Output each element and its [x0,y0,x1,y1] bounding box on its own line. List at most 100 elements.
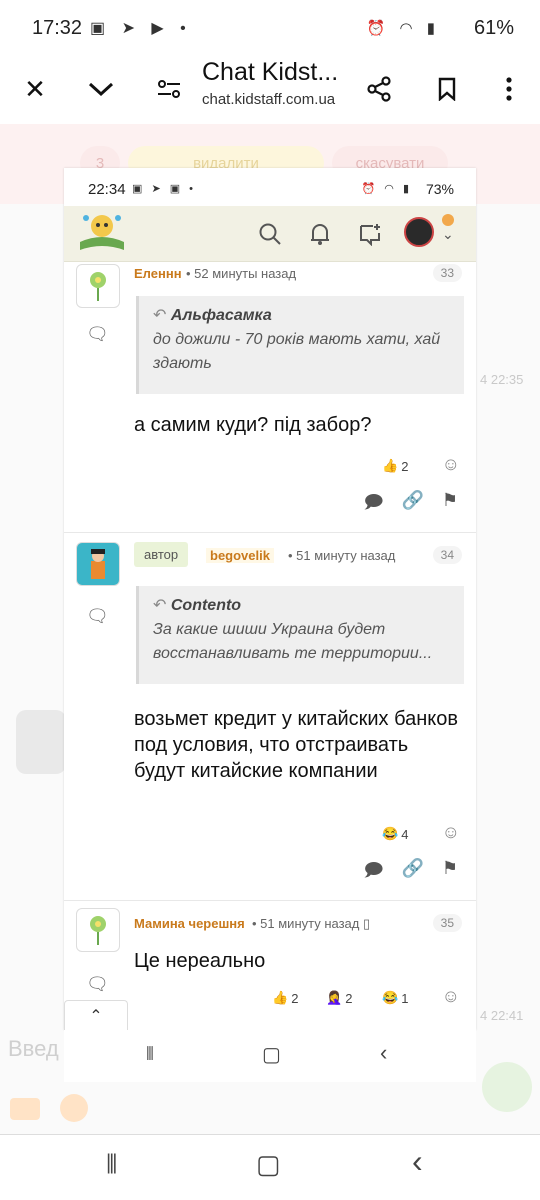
scroll-up-button[interactable]: ⌃ [64,1000,128,1030]
comment-time: • 51 минуту назад ▯ [252,916,371,931]
quote-arrow-icon: ↶ [153,307,171,324]
comment-author[interactable]: Мамина черешня [134,916,245,931]
bell-icon[interactable] [304,218,336,250]
comment-number[interactable]: 33 [432,264,462,282]
comment-text: а самим куди? під забор? [134,414,372,436]
quote-author[interactable]: Contento [171,597,241,614]
system-nav-bar: ⦀ ▢ ‹ [0,1134,540,1200]
comment-number[interactable]: 35 [432,914,462,932]
recent-apps-icon[interactable]: ⦀ [146,1044,154,1065]
system-icons: ⏰ ◠ ▮ [366,20,440,37]
more-menu-icon[interactable] [486,66,532,112]
comment-text: Це нереально [134,950,266,972]
notification-icons: ▣ ➤ ▶ • [90,20,192,37]
link-icon[interactable]: 🔗 [401,490,423,520]
comment-author[interactable]: begovelik [206,548,274,563]
background-time-1: 4 22:35 [480,372,524,387]
background-image [16,710,66,774]
avatar[interactable] [76,908,120,952]
chevron-down-icon[interactable]: ⌄ [442,226,454,243]
mobile-icon: ▯ [363,916,371,931]
search-icon[interactable] [254,218,286,250]
quote-text: За какие шиши Украина будет восстанавлив… [153,621,433,662]
flag-icon[interactable]: ⚑ [442,858,458,888]
inner-system-icons: ⏰ ◠ ▮ [361,183,412,195]
recent-apps-icon[interactable]: ⦀ [106,1149,117,1181]
reaction-count: 2 [291,990,299,1006]
status-time: 17:32 [32,17,83,39]
user-avatar[interactable] [404,217,434,247]
avatar[interactable] [76,264,120,308]
home-icon[interactable]: ▢ [262,1042,281,1067]
battery-level: 61% [473,17,514,39]
reaction-count: 1 [401,990,409,1006]
new-message-icon[interactable] [354,218,386,250]
page-url: chat.kidstaff.com.ua [202,91,336,108]
flag-icon[interactable]: ⚑ [442,490,458,520]
link-icon[interactable]: 🔗 [401,858,423,888]
reaction-emoji: 🤦‍♀️ [326,990,343,1005]
reaction-count: 4 [401,826,409,842]
reaction-count: 2 [401,458,409,474]
comment-number[interactable]: 34 [432,546,462,564]
author-badge: автор [134,542,189,567]
reaction-count: 2 [345,990,353,1006]
quote-arrow-icon: ↶ [153,597,171,614]
inner-nav-bar: ⦀ ▢ ‹ [64,1030,476,1082]
comment-35: 🗨 Мамина черешня • 51 минуту назад ▯ 35 … [64,904,476,1007]
emoji-icon [60,1094,88,1122]
comment-time-text: 51 минуту назад [296,548,396,563]
status-bar: 17:32 ▣ ➤ ▶ • ⏰ ◠ ▮ 61% [0,0,540,58]
browser-toolbar: ✕ Chat Kidst... chat.kidstaff.com.ua [0,58,540,124]
back-icon[interactable]: ‹ [380,1040,387,1066]
share-icon[interactable] [356,66,402,112]
comment-time: • 51 минуту назад [288,548,396,563]
bookmark-icon[interactable] [424,66,470,112]
quote-author[interactable]: Альфасамка [171,307,272,324]
send-icon [482,1062,532,1112]
quote-block: ↶ Contento За какие шиши Украина будет в… [136,586,464,684]
comment-actions: 🗩 🔗 ⚑ [363,490,458,520]
inner-status-bar: 22:34 ▣ ➤ ▣ • ⏰ ◠ ▮ 73% [64,168,476,206]
comment-time: • 52 минуты назад [186,266,297,281]
reaction-emoji: 👍 [272,990,289,1005]
site-settings-icon[interactable] [146,66,192,112]
divider [64,532,476,533]
reaction[interactable]: 😂 1 [382,986,408,1010]
reaction[interactable]: 😂 4 [382,822,408,846]
reaction[interactable]: 👍 2 [272,986,298,1010]
reply-icon[interactable]: 🗨 [86,324,109,345]
chevron-down-icon[interactable] [78,66,124,112]
comment-author[interactable]: Еленнн [134,266,182,281]
inner-battery: 73% [425,181,454,197]
reply-icon[interactable]: 🗩 [363,858,383,888]
notification-dot [442,214,454,226]
add-reaction-icon[interactable]: ☺ [442,454,460,475]
site-logo[interactable] [76,212,128,256]
page-title: Chat Kidst... [202,58,339,86]
quote-text: до дожили - 70 років мають хати, хай зда… [153,331,441,372]
comment-34: 🗨 автор begovelik • 51 минуту назад 34 ↶… [64,536,476,896]
shared-screenshot: 22:34 ▣ ➤ ▣ • ⏰ ◠ ▮ 73% ⌄ 🗨 Еленнн • 52 … [64,168,476,1030]
comment-time-text: 51 минуту назад [260,916,360,931]
add-reaction-icon[interactable]: ☺ [442,986,460,1007]
inner-notification-icons: ▣ ➤ ▣ • [132,183,197,195]
avatar[interactable] [76,542,120,586]
site-header: ⌄ [64,206,476,262]
reply-icon[interactable]: 🗨 [86,606,109,627]
reaction[interactable]: 🤦‍♀️ 2 [326,986,352,1010]
close-icon[interactable]: ✕ [12,66,58,112]
reaction[interactable]: 👍 2 [382,454,408,478]
back-icon[interactable]: ‹ [412,1143,423,1180]
camera-icon [10,1098,40,1120]
add-reaction-icon[interactable]: ☺ [442,822,460,843]
inner-status-time: 22:34 [88,181,126,198]
comment-text: возьмет кредит у китайских банков под ус… [134,708,459,782]
comment-actions: 🗩 🔗 ⚑ [363,858,458,888]
reply-icon[interactable]: 🗩 [363,490,383,520]
reply-icon[interactable]: 🗨 [86,974,109,995]
reaction-emoji: 😂 [382,990,399,1005]
comment-33: 🗨 Еленнн • 52 минуты назад 33 ↶ Альфасам… [64,262,476,532]
background-time-2: 4 22:41 [480,1008,524,1023]
home-icon[interactable]: ▢ [256,1149,281,1180]
